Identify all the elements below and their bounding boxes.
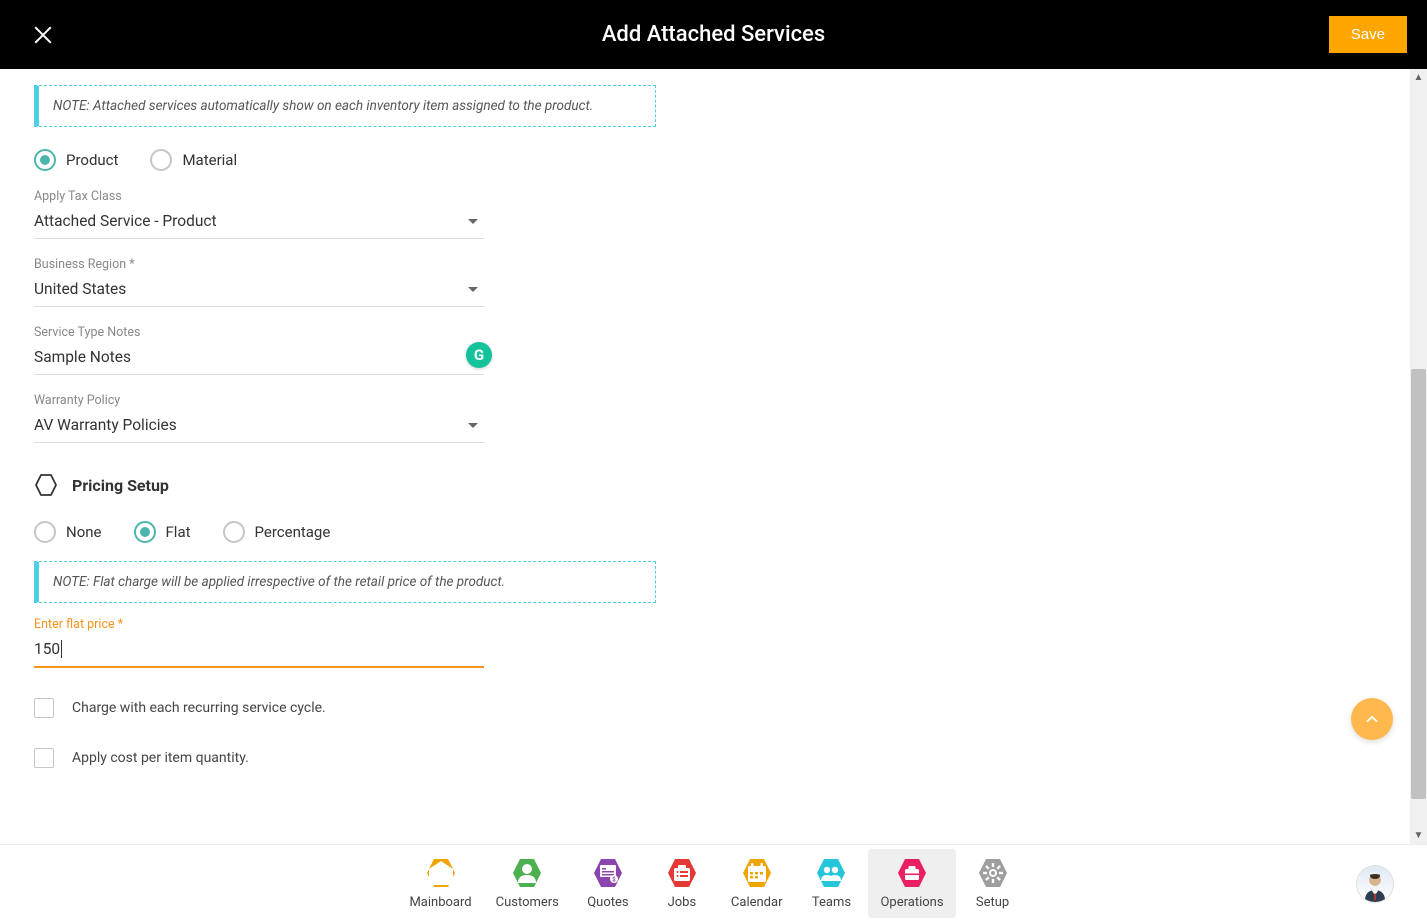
radio-icon bbox=[134, 521, 156, 543]
field-flat-price: Enter flat price * 150 bbox=[34, 617, 484, 668]
field-value-text: AV Warranty Policies bbox=[34, 416, 177, 434]
scroll-up-arrow[interactable]: ▲ bbox=[1410, 69, 1427, 86]
radio-icon bbox=[34, 521, 56, 543]
quotes-icon: $ bbox=[592, 857, 624, 889]
radio-material[interactable]: Material bbox=[150, 149, 237, 171]
pricing-radio-group: None Flat Percentage bbox=[34, 521, 656, 543]
nav-label: Mainboard bbox=[409, 895, 471, 910]
hexagon-icon bbox=[34, 473, 58, 497]
field-business-region: Business Region * United States bbox=[34, 257, 484, 307]
mainboard-icon bbox=[425, 857, 457, 889]
nav-label: Customers bbox=[496, 895, 559, 910]
modal-title: Add Attached Services bbox=[0, 22, 1427, 47]
nav-label: Setup bbox=[976, 895, 1009, 910]
customers-icon bbox=[511, 857, 543, 889]
scrollbar[interactable]: ▲ ▼ bbox=[1410, 69, 1427, 844]
nav-jobs[interactable]: Jobs bbox=[645, 849, 719, 918]
flat-price-input[interactable]: 150 bbox=[34, 636, 484, 668]
field-label: Service Type Notes bbox=[34, 325, 484, 340]
nav-calendar[interactable]: Calendar bbox=[719, 849, 795, 918]
field-value-text: United States bbox=[34, 280, 126, 298]
attached-note: NOTE: Attached services automatically sh… bbox=[34, 85, 656, 127]
nav-label: Operations bbox=[880, 895, 943, 910]
nav-label: Teams bbox=[812, 895, 851, 910]
avatar[interactable] bbox=[1357, 866, 1393, 902]
flat-note: NOTE: Flat charge will be applied irresp… bbox=[34, 561, 656, 603]
nav-customers[interactable]: Customers bbox=[484, 849, 571, 918]
close-icon[interactable] bbox=[32, 24, 54, 46]
radio-material-label: Material bbox=[182, 151, 237, 169]
nav-label: Jobs bbox=[668, 895, 697, 910]
field-label: Business Region * bbox=[34, 257, 484, 272]
checkbox-recurring[interactable] bbox=[34, 698, 54, 718]
field-value-text: Attached Service - Product bbox=[34, 212, 217, 230]
radio-flat[interactable]: Flat bbox=[134, 521, 191, 543]
scroll-top-button[interactable] bbox=[1351, 698, 1393, 740]
field-warranty: Warranty Policy AV Warranty Policies bbox=[34, 393, 484, 443]
field-label: Warranty Policy bbox=[34, 393, 484, 408]
chevron-down-icon bbox=[468, 287, 478, 292]
bottom-nav: Mainboard Customers $ Quotes Jobs Calendar Tea… bbox=[0, 844, 1427, 922]
field-service-notes: Service Type Notes Sample Notes G bbox=[34, 325, 484, 375]
nav-quotes[interactable]: $ Quotes bbox=[571, 849, 645, 918]
nav-mainboard[interactable]: Mainboard bbox=[397, 849, 483, 918]
main-content: NOTE: Attached services automatically sh… bbox=[0, 69, 1427, 844]
tax-class-select[interactable]: Attached Service - Product bbox=[34, 208, 484, 239]
radio-percentage[interactable]: Percentage bbox=[223, 521, 331, 543]
calendar-icon bbox=[741, 857, 773, 889]
radio-none-label: None bbox=[66, 523, 102, 541]
checkbox-recurring-row: Charge with each recurring service cycle… bbox=[34, 698, 656, 718]
field-label: Enter flat price * bbox=[34, 617, 484, 632]
radio-percentage-label: Percentage bbox=[255, 523, 331, 541]
radio-product[interactable]: Product bbox=[34, 149, 118, 171]
chevron-down-icon bbox=[468, 423, 478, 428]
checkbox-recurring-label: Charge with each recurring service cycle… bbox=[72, 700, 326, 716]
chevron-up-icon bbox=[1363, 710, 1381, 728]
chevron-down-icon bbox=[468, 219, 478, 224]
scroll-down-arrow[interactable]: ▼ bbox=[1410, 827, 1427, 844]
checkbox-per-item-row: Apply cost per item quantity. bbox=[34, 748, 656, 768]
text-cursor bbox=[61, 640, 62, 658]
svg-text:$: $ bbox=[612, 877, 616, 884]
field-label: Apply Tax Class bbox=[34, 189, 484, 204]
nav-label: Quotes bbox=[587, 895, 628, 910]
radio-icon bbox=[150, 149, 172, 171]
grammarly-icon[interactable]: G bbox=[466, 342, 492, 368]
save-button[interactable]: Save bbox=[1329, 16, 1407, 53]
checkbox-per-item[interactable] bbox=[34, 748, 54, 768]
jobs-icon bbox=[666, 857, 698, 889]
modal-header: Add Attached Services Save bbox=[0, 0, 1427, 69]
radio-icon bbox=[34, 149, 56, 171]
service-notes-input[interactable]: Sample Notes G bbox=[34, 344, 484, 375]
pricing-section-header: Pricing Setup bbox=[34, 473, 656, 497]
field-value-text: Sample Notes bbox=[34, 348, 131, 366]
checkbox-per-item-label: Apply cost per item quantity. bbox=[72, 750, 249, 766]
field-tax-class: Apply Tax Class Attached Service - Produ… bbox=[34, 189, 484, 239]
operations-icon bbox=[896, 857, 928, 889]
scroll-thumb[interactable] bbox=[1411, 369, 1426, 799]
nav-setup[interactable]: Setup bbox=[956, 849, 1030, 918]
teams-icon bbox=[815, 857, 847, 889]
radio-flat-label: Flat bbox=[166, 523, 191, 541]
warranty-select[interactable]: AV Warranty Policies bbox=[34, 412, 484, 443]
nav-operations[interactable]: Operations bbox=[868, 849, 955, 918]
field-value-text: 150 bbox=[34, 640, 60, 658]
radio-none[interactable]: None bbox=[34, 521, 102, 543]
radio-icon bbox=[223, 521, 245, 543]
setup-icon bbox=[977, 857, 1009, 889]
nav-label: Calendar bbox=[731, 895, 783, 910]
radio-product-label: Product bbox=[66, 151, 118, 169]
business-region-select[interactable]: United States bbox=[34, 276, 484, 307]
pricing-section-title: Pricing Setup bbox=[72, 476, 169, 495]
nav-teams[interactable]: Teams bbox=[794, 849, 868, 918]
service-type-radio-group: Product Material bbox=[34, 149, 656, 171]
